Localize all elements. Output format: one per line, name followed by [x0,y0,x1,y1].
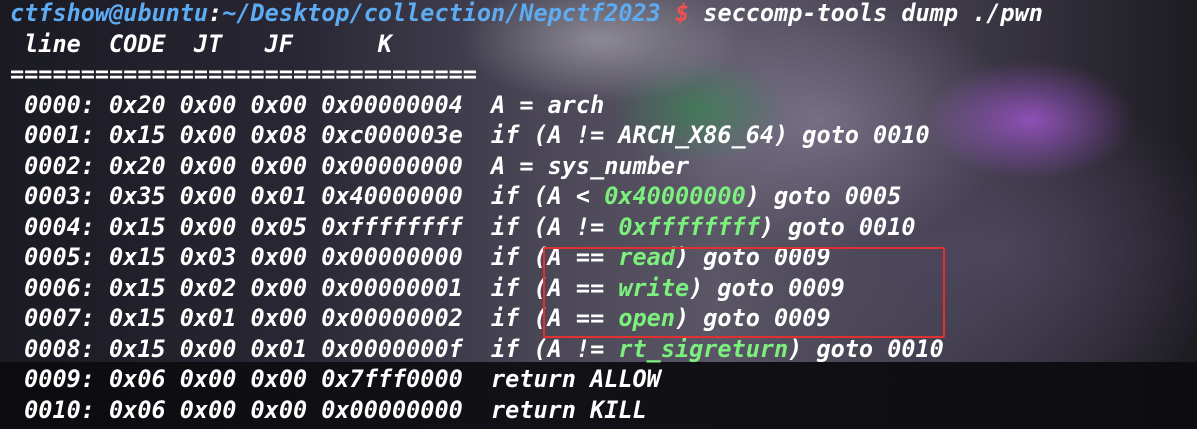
bpf-row-0001: 0001: 0x15 0x00 0x08 0xc000003e if (A !=… [10,121,930,149]
prompt-dollar: $ [675,0,690,27]
highlight-value: 0xffffffff [618,212,760,241]
bpf-row-0004: 0004: 0x15 0x00 0x05 0xffffffff if (A !=… [10,212,916,241]
prompt-colon: : [208,0,223,27]
separator-line: ================================= [10,60,477,88]
bpf-row-0003: 0003: 0x35 0x00 0x01 0x40000000 if (A < … [10,182,902,210]
annotation-highlight-box [543,247,945,338]
command-text: seccomp-tools dump ./pwn [689,0,1043,27]
syscall-rt-sigreturn: rt_sigreturn [618,334,789,363]
prompt-user-host: ctfshow@ubuntu [10,0,209,27]
command-prompt-line: ctfshow@ubuntu:~/Desktop/collection/Nepc… [10,0,1043,29]
bpf-row-0000: 0000: 0x20 0x00 0x00 0x00000004 A = arch [10,90,605,119]
bpf-row-0008: 0008: 0x15 0x00 0x01 0x0000000f if (A !=… [10,334,944,363]
terminal-output[interactable]: ctfshow@ubuntu:~/Desktop/collection/Nepc… [10,0,1043,425]
bpf-row-0002: 0002: 0x20 0x00 0x00 0x00000000 A = sys_… [10,151,690,180]
prompt-path: ~/Desktop/collection/Nepctf2023 [222,0,661,27]
bpf-row-0010: 0010: 0x06 0x00 0x00 0x00000000 return K… [10,395,647,424]
table-header: line CODE JT JF K [10,29,393,58]
highlight-value: 0x40000000 [604,182,746,210]
bpf-row-0009: 0009: 0x06 0x00 0x00 0x7fff0000 return A… [10,365,661,393]
